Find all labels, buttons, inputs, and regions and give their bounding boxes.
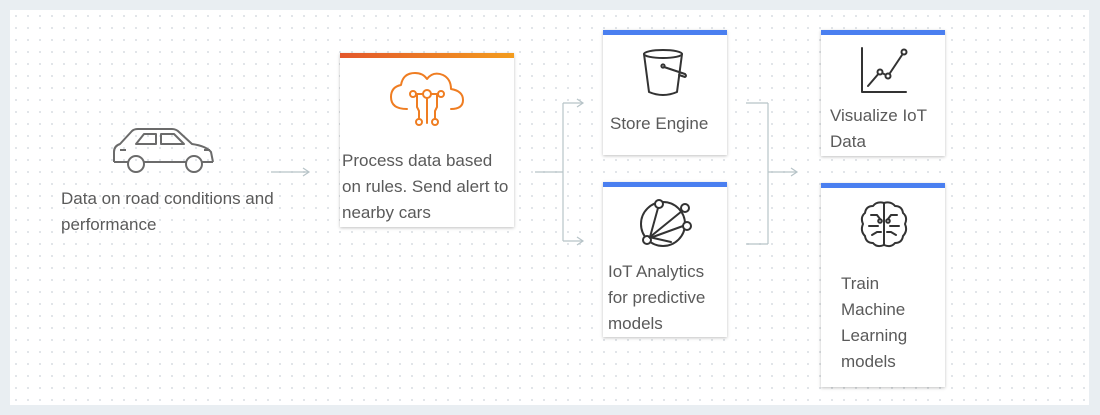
source-label: Data on road conditions and performance	[61, 189, 274, 234]
s3-bucket-icon	[641, 48, 689, 98]
store-engine-card: Store Engine	[603, 30, 727, 155]
analytics-card-label: IoT Analytics for predictive models	[608, 262, 706, 333]
analytics-card-accent	[603, 182, 727, 187]
visualize-card: Visualize IoT Data	[821, 30, 945, 156]
train-card-label: Train Machine Learning models	[841, 274, 908, 371]
visualize-card-label: Visualize IoT Data	[830, 106, 927, 151]
store-card-accent	[603, 30, 727, 35]
train-card-accent	[821, 183, 945, 188]
process-card-label: Process data based on rules. Send alert …	[342, 151, 509, 222]
process-card-accent	[340, 53, 514, 58]
iot-rules-cloud-icon	[387, 67, 467, 131]
iot-analytics-card: IoT Analytics for predictive models	[603, 182, 727, 337]
car-icon	[110, 128, 216, 176]
train-ml-card: Train Machine Learning models	[821, 183, 945, 387]
visualize-card-accent	[821, 30, 945, 35]
iot-analytics-icon	[637, 196, 693, 250]
brain-icon	[859, 199, 909, 249]
chart-icon	[860, 46, 908, 94]
store-card-label: Store Engine	[610, 114, 709, 133]
process-card: Process data based on rules. Send alert …	[340, 53, 514, 227]
